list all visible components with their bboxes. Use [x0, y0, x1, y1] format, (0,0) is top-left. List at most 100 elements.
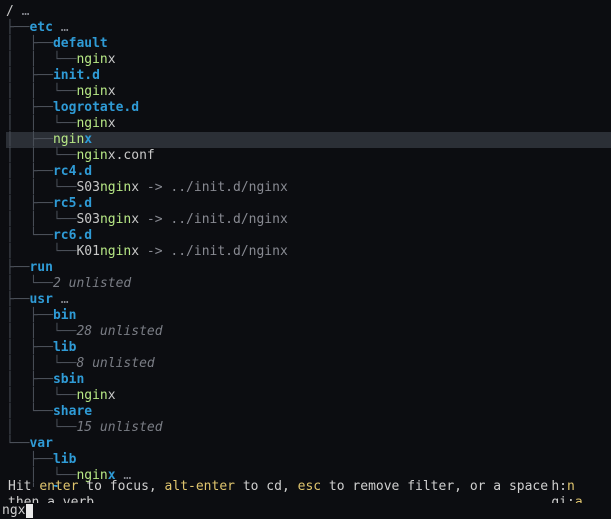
tree-row[interactable]: │ │ └──8 unlisted: [6, 356, 611, 372]
tree-row[interactable]: │ ├──rc4.d: [6, 164, 611, 180]
dir-name: lib: [53, 452, 76, 468]
help-key: enter: [39, 479, 78, 494]
tree-guide: │ │ └──: [6, 356, 76, 372]
tree-row[interactable]: │ └──K01nginx -> ../init.d/nginx: [6, 244, 611, 260]
dir-name: var: [29, 436, 52, 452]
dir-name: etc: [29, 20, 52, 36]
tree-row[interactable]: │ ├──bin: [6, 308, 611, 324]
tree-row[interactable]: │ └──2 unlisted: [6, 276, 611, 292]
tree-row[interactable]: │ │ └──nginx: [6, 388, 611, 404]
tree-row[interactable]: │ │ └──nginx: [6, 116, 611, 132]
tree-row[interactable]: ├──lib: [6, 452, 611, 468]
tree-guide: │ └──: [6, 244, 76, 260]
ellipsis: …: [53, 20, 69, 36]
tree-row[interactable]: │ ├──lib: [6, 340, 611, 356]
name-match: ngin: [76, 388, 107, 404]
tree-row[interactable]: │ │ └──nginx: [6, 52, 611, 68]
name-match: ngin: [53, 132, 84, 148]
file-name: x.conf: [108, 148, 155, 164]
dir-name: init.d: [53, 68, 100, 84]
tree-row[interactable]: └──var: [6, 436, 611, 452]
tree-row[interactable]: │ ├──sbin: [6, 372, 611, 388]
filter-input-bar[interactable]: ngx: [0, 503, 611, 519]
unlisted-count: 15 unlisted: [76, 420, 162, 436]
tree-root[interactable]: / …: [6, 4, 611, 20]
symlink-target: -> ../init.d/nginx: [139, 212, 288, 228]
dir-name: x: [84, 132, 92, 148]
tree-guide: ├──: [6, 260, 29, 276]
name-match: ngin: [76, 84, 107, 100]
name-match: ngin: [100, 212, 131, 228]
symlink-target: -> ../init.d/nginx: [139, 180, 288, 196]
unlisted-count: 28 unlisted: [76, 324, 162, 340]
tree-guide: │ ├──: [6, 132, 53, 148]
name-match: ngin: [76, 52, 107, 68]
tree-guide: │ ├──: [6, 36, 53, 52]
unlisted-count: 2 unlisted: [53, 276, 131, 292]
dir-name: bin: [53, 308, 76, 324]
tree-guide: │ ├──: [6, 164, 53, 180]
flag-label: h:: [551, 479, 567, 494]
tree-row[interactable]: │ ├──nginx: [6, 132, 611, 148]
tree-row[interactable]: │ └──15 unlisted: [6, 420, 611, 436]
tree-row[interactable]: │ ├──init.d: [6, 68, 611, 84]
tree-guide: │ ├──: [6, 308, 53, 324]
file-tree[interactable]: / …├──etc …│ ├──default│ │ └──nginx│ ├──…: [6, 4, 611, 516]
cursor: [26, 504, 33, 518]
name-pre: S03: [76, 180, 99, 196]
tree-row[interactable]: │ │ └──28 unlisted: [6, 324, 611, 340]
tree-guide: │ └──: [6, 404, 53, 420]
tree-row[interactable]: │ └──rc6.d: [6, 228, 611, 244]
tree-row[interactable]: ├──etc …: [6, 20, 611, 36]
unlisted-count: 8 unlisted: [76, 356, 154, 372]
help-text-part: Hit: [8, 479, 39, 494]
tree-guide: │ │ └──: [6, 180, 76, 196]
tree-guide: │ │ └──: [6, 388, 76, 404]
name-pre: S03: [76, 212, 99, 228]
tree-guide: │ ├──: [6, 340, 53, 356]
tree-guide: │ │ └──: [6, 116, 76, 132]
tree-row[interactable]: │ │ └──nginx.conf: [6, 148, 611, 164]
tree-row[interactable]: ├──run: [6, 260, 611, 276]
tree-guide: │ │ └──: [6, 148, 76, 164]
dir-name: sbin: [53, 372, 84, 388]
help-key: alt-enter: [165, 479, 235, 494]
flag-key: n: [567, 479, 575, 494]
tree-guide: ├──: [6, 20, 29, 36]
tree-guide: │ │ └──: [6, 324, 76, 340]
ellipsis: …: [53, 292, 69, 308]
dir-name: rc6.d: [53, 228, 92, 244]
name-match: ngin: [100, 244, 131, 260]
tree-row[interactable]: ├──usr …: [6, 292, 611, 308]
file-name: x: [108, 388, 116, 404]
tree-row[interactable]: │ ├──default: [6, 36, 611, 52]
tree-row[interactable]: │ └──share: [6, 404, 611, 420]
file-name: x: [131, 180, 139, 196]
tree-row[interactable]: │ ├──logrotate.d: [6, 100, 611, 116]
dir-name: share: [53, 404, 92, 420]
filter-input-value[interactable]: ngx: [0, 503, 25, 519]
file-name: x: [108, 116, 116, 132]
tree-guide: │ │ └──: [6, 84, 76, 100]
name-match: ngin: [76, 116, 107, 132]
dir-name: usr: [29, 292, 52, 308]
dir-name: logrotate.d: [53, 100, 139, 116]
tree-row[interactable]: │ ├──rc5.d: [6, 196, 611, 212]
tree-row[interactable]: │ │ └──S03nginx -> ../init.d/nginx: [6, 180, 611, 196]
tree-guide: │ ├──: [6, 68, 53, 84]
file-name: x: [108, 52, 116, 68]
tree-row[interactable]: │ │ └──S03nginx -> ../init.d/nginx: [6, 212, 611, 228]
tree-guide: │ │ └──: [6, 52, 76, 68]
help-bar: Hit enter to focus, alt-enter to cd, esc…: [0, 487, 611, 503]
file-name: x: [131, 244, 139, 260]
tree-guide: │ └──: [6, 420, 76, 436]
help-text-part: to cd,: [235, 479, 298, 494]
tree-row[interactable]: │ │ └──nginx: [6, 84, 611, 100]
file-name: x: [108, 84, 116, 100]
tree-guide: ├──: [6, 292, 29, 308]
tree-guide: └──: [6, 436, 29, 452]
terminal-viewport[interactable]: / …├──etc …│ ├──default│ │ └──nginx│ ├──…: [0, 0, 611, 519]
file-name: x: [131, 212, 139, 228]
tree-guide: │ └──: [6, 276, 53, 292]
dir-name: lib: [53, 340, 76, 356]
